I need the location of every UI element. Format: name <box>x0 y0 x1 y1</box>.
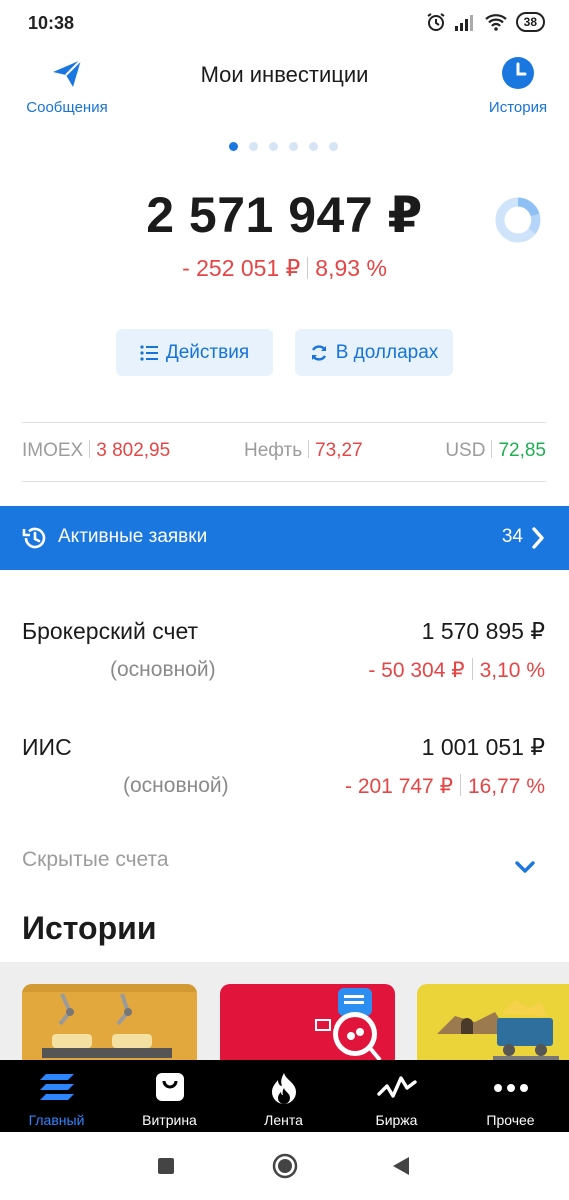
bottom-navigation: Главный Витрина Лента Биржа Прочее <box>0 1060 569 1132</box>
refresh-icon <box>311 344 326 361</box>
nav-label: Прочее <box>486 1112 535 1128</box>
account-name: Брокерский счет <box>22 618 199 644</box>
nav-label: Главный <box>28 1112 85 1128</box>
divider <box>89 440 91 458</box>
ticker-oil[interactable]: Нефть 73,27 <box>244 440 363 462</box>
account-change-amount: - 50 304 ₽ <box>368 659 465 682</box>
stories-title: Истории <box>22 910 157 946</box>
ticker-name: IMOEX <box>22 440 84 461</box>
history-icon <box>22 527 46 549</box>
signal-icon <box>454 15 473 31</box>
account-change-percent: 3,10 % <box>479 659 545 682</box>
list-icon <box>140 344 158 361</box>
nav-feed[interactable]: Лента <box>227 1060 340 1132</box>
allocation-donut-icon[interactable] <box>494 196 542 244</box>
ticker-imoex[interactable]: IMOEX 3 802,95 <box>22 440 170 462</box>
divider <box>22 481 546 482</box>
story-image <box>315 988 382 1060</box>
account-name: ИИС <box>22 734 72 760</box>
divider <box>491 440 493 458</box>
account-subtitle: (основной) <box>110 658 216 681</box>
recents-icon[interactable] <box>157 1157 175 1175</box>
page-dot-4[interactable] <box>289 142 298 151</box>
ticker-value: 3 802,95 <box>96 440 171 461</box>
alarm-icon <box>427 13 445 31</box>
story-card[interactable] <box>220 984 395 1060</box>
nav-showcase[interactable]: Витрина <box>113 1060 226 1132</box>
pulse-chart-icon <box>376 1076 417 1098</box>
divider <box>307 257 309 279</box>
active-orders-count: 34 <box>501 526 523 547</box>
ticker-value: 72,85 <box>498 440 546 461</box>
chevron-right-icon <box>532 527 544 549</box>
page-dot-1[interactable] <box>229 142 238 151</box>
page-dot-2[interactable] <box>249 142 258 151</box>
nav-label: Биржа <box>375 1112 418 1128</box>
portfolio-total: 2 571 947 ₽ <box>146 187 423 243</box>
account-value: 1 570 895 ₽ <box>421 618 545 644</box>
divider <box>459 774 461 796</box>
account-change-amount: - 201 747 ₽ <box>345 775 453 798</box>
nav-more[interactable]: Прочее <box>454 1060 567 1132</box>
home-stack-icon <box>39 1074 74 1100</box>
app-header: Сообщения Мои инвестиции История <box>0 50 569 130</box>
divider <box>308 440 310 458</box>
ticker-value: 73,27 <box>315 440 363 461</box>
active-orders-bar[interactable]: Активные заявки 34 <box>0 506 569 570</box>
story-card[interactable] <box>417 984 569 1060</box>
story-image <box>22 984 197 1058</box>
history-label: История <box>488 99 548 116</box>
ticker-name: Нефть <box>244 440 303 461</box>
back-icon[interactable] <box>391 1156 411 1176</box>
account-value: 1 001 051 ₽ <box>421 734 545 760</box>
stories-carousel[interactable] <box>0 962 569 1060</box>
ticker-name: USD <box>445 440 486 461</box>
chevron-down-icon <box>515 861 535 873</box>
account-subtitle: (основной) <box>123 774 229 797</box>
history-button[interactable]: История <box>485 56 551 116</box>
page-dot-6[interactable] <box>329 142 338 151</box>
in-dollars-button[interactable]: В долларах <box>295 329 453 376</box>
market-tickers: IMOEX 3 802,95 Нефть 73,27 USD 72,85 <box>22 440 546 466</box>
page-title: Мои инвестиции <box>200 62 369 87</box>
account-change: - 50 304 ₽ 3,10 % <box>368 658 545 683</box>
shopping-bag-icon <box>155 1073 184 1101</box>
nav-label: Лента <box>264 1112 303 1128</box>
page-dot-3[interactable] <box>269 142 278 151</box>
wifi-icon <box>484 14 507 31</box>
page-indicator[interactable] <box>229 142 338 151</box>
status-icons: 38 <box>426 12 545 32</box>
active-orders-label: Активные заявки <box>58 526 208 547</box>
nav-main[interactable]: Главный <box>0 1060 113 1132</box>
flame-icon <box>271 1073 296 1104</box>
hidden-accounts-label: Скрытые счета <box>22 848 169 871</box>
divider <box>22 422 546 423</box>
story-card[interactable] <box>22 984 197 1060</box>
status-bar: 10:38 38 <box>0 0 569 46</box>
ticker-usd[interactable]: USD 72,85 <box>445 440 546 462</box>
portfolio-change-amount: - 252 051 ₽ <box>182 255 301 281</box>
clock-icon <box>502 57 534 89</box>
home-circle-icon[interactable] <box>272 1153 298 1179</box>
divider <box>471 658 473 680</box>
nav-label: Витрина <box>142 1112 197 1128</box>
account-change-percent: 16,77 % <box>467 775 545 798</box>
messages-label: Сообщения <box>26 99 108 116</box>
nav-exchange[interactable]: Биржа <box>340 1060 453 1132</box>
story-image <box>437 1000 559 1060</box>
in-dollars-label: В долларах <box>335 341 439 363</box>
portfolio-change: - 252 051 ₽ 8,93 % <box>0 255 569 282</box>
actions-label: Действия <box>165 341 250 363</box>
battery-indicator: 38 <box>515 12 545 32</box>
account-change: - 201 747 ₽ 16,77 % <box>345 774 545 799</box>
portfolio-change-percent: 8,93 % <box>315 255 387 281</box>
actions-button[interactable]: Действия <box>116 329 273 376</box>
page-dot-5[interactable] <box>309 142 318 151</box>
system-navigation <box>0 1132 569 1200</box>
status-time: 10:38 <box>28 13 75 33</box>
more-dots-icon <box>493 1084 528 1092</box>
